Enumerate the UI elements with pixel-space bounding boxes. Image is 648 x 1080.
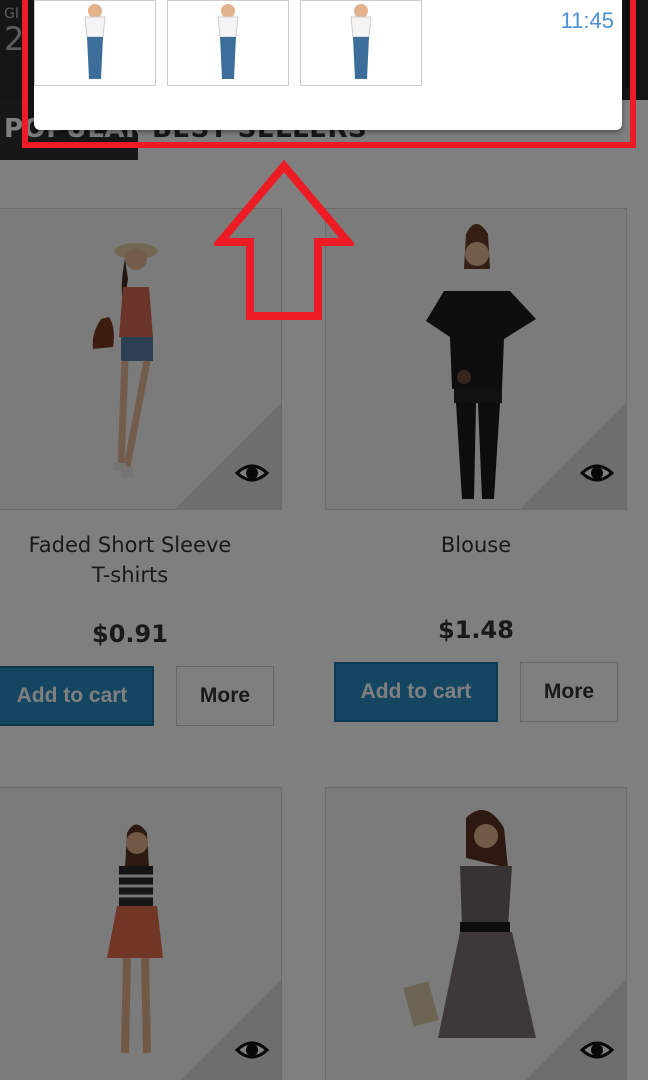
more-button[interactable]: More: [176, 666, 274, 726]
eye-icon[interactable]: [234, 461, 270, 489]
arrow-up-icon: [211, 159, 357, 326]
more-button[interactable]: More: [520, 662, 618, 722]
highlight-frame: [22, 0, 636, 148]
page: GI 2 POPULAR BEST SELLERS: [0, 0, 648, 1080]
product-price: $1.48: [438, 616, 514, 644]
product-image[interactable]: [325, 787, 627, 1080]
product-price: $0.91: [92, 620, 168, 648]
eye-icon[interactable]: [234, 1038, 270, 1066]
product-image[interactable]: [325, 208, 627, 510]
product-image[interactable]: [0, 787, 282, 1080]
add-to-cart-button[interactable]: Add to cart: [0, 666, 154, 726]
eye-icon[interactable]: [579, 461, 615, 489]
corner-decoration: [175, 403, 281, 509]
corner-decoration: [520, 403, 626, 509]
add-to-cart-button[interactable]: Add to cart: [334, 662, 498, 722]
eye-icon[interactable]: [579, 1038, 615, 1066]
product-name[interactable]: Blouse: [326, 530, 626, 560]
product-name[interactable]: Faded Short Sleeve T-shirts: [0, 530, 280, 590]
